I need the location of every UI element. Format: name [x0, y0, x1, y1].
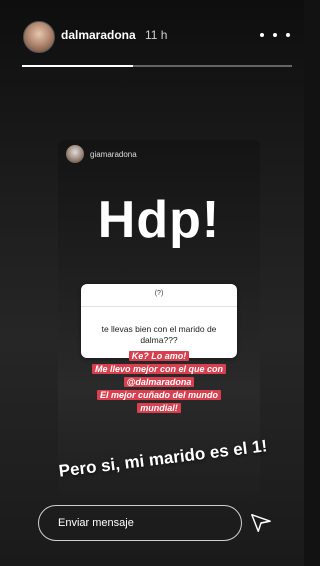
avatar[interactable] [23, 21, 55, 53]
story-header: dalmaradona 11 h [0, 0, 304, 70]
answer-line: @dalmaradona [58, 376, 260, 388]
answer-line: mundial! [58, 402, 260, 414]
question-text: te llevas bien con el marido de dalma??? [101, 324, 217, 345]
answer-line: Ke? Lo amo! [58, 350, 260, 362]
divider [81, 306, 237, 307]
message-input[interactable]: Enviar mensaje [38, 505, 242, 541]
shared-username: giamaradona [90, 150, 137, 159]
story-viewer[interactable]: dalmaradona 11 h giamaradona Hdp! (?) te… [0, 0, 304, 566]
dot [260, 33, 264, 37]
story-username[interactable]: dalmaradona [61, 28, 136, 42]
message-placeholder: Enviar mensaje [58, 517, 134, 529]
question-sticker: (?) te llevas bien con el marido de dalm… [81, 284, 237, 358]
answer-text-block: Ke? Lo amo! Me llevo mejor con el que co… [58, 350, 260, 415]
question-icon: (?) [154, 290, 164, 297]
answer-line: Me llevo mejor con el que con [58, 363, 260, 375]
progress-fill [22, 65, 133, 67]
headline-text: Hdp! [97, 191, 221, 249]
shared-avatar [66, 145, 84, 163]
story-time: 11 h [145, 28, 168, 42]
answer-line: El mejor cuñado del mundo [58, 389, 260, 401]
dot [273, 33, 277, 37]
paper-plane-icon[interactable] [250, 512, 272, 534]
story-progress-bar [22, 65, 292, 67]
dot [286, 33, 290, 37]
more-options-icon[interactable] [260, 24, 290, 46]
